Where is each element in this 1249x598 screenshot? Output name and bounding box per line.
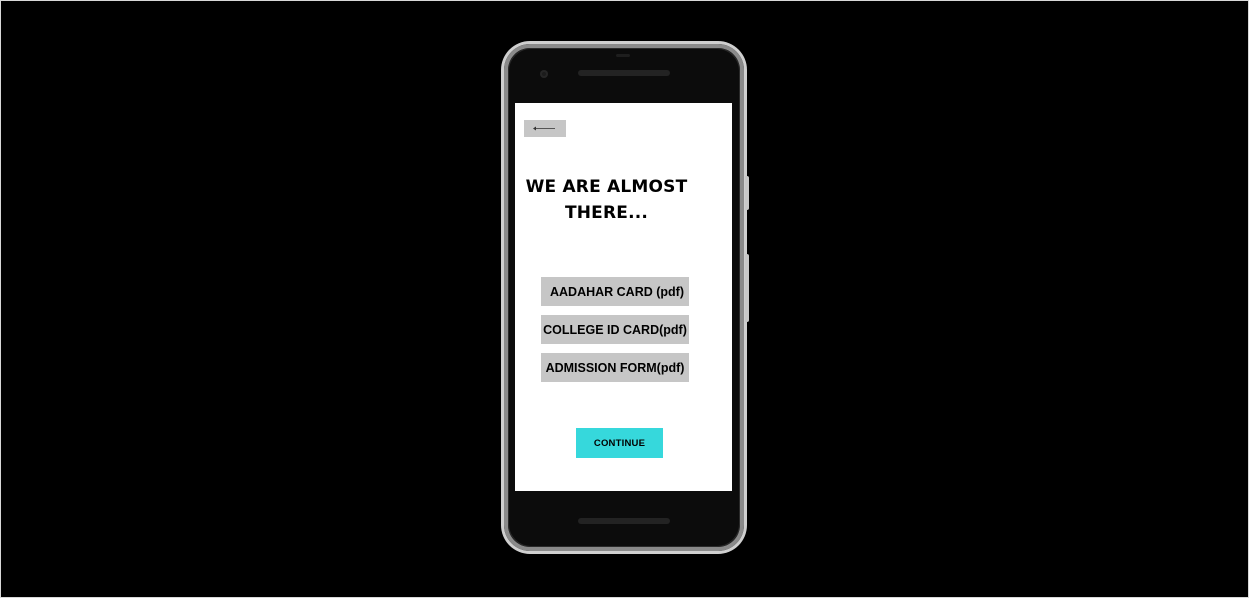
upload-admission-form-button[interactable]: ADMISSION FORM(pdf) (541, 353, 689, 382)
power-button (745, 176, 749, 210)
volume-button (745, 254, 749, 322)
phone-frame: WE ARE ALMOST THERE... AADAHAR CARD (pdf… (504, 44, 749, 551)
page-title: WE ARE ALMOST THERE... (525, 177, 688, 223)
earpiece-speaker (578, 70, 670, 76)
phone-screen: WE ARE ALMOST THERE... AADAHAR CARD (pdf… (515, 103, 732, 491)
arrow-left-icon (533, 126, 555, 131)
proximity-sensor (616, 54, 630, 57)
upload-college-id-button[interactable]: COLLEGE ID CARD(pdf) (541, 315, 689, 344)
bottom-speaker (578, 518, 670, 524)
back-button[interactable] (524, 120, 566, 137)
front-camera-icon (540, 70, 548, 78)
viewport: WE ARE ALMOST THERE... AADAHAR CARD (pdf… (0, 0, 1249, 598)
continue-button[interactable]: CONTINUE (576, 428, 663, 458)
upload-aadhar-button[interactable]: AADAHAR CARD (pdf) (541, 277, 689, 306)
